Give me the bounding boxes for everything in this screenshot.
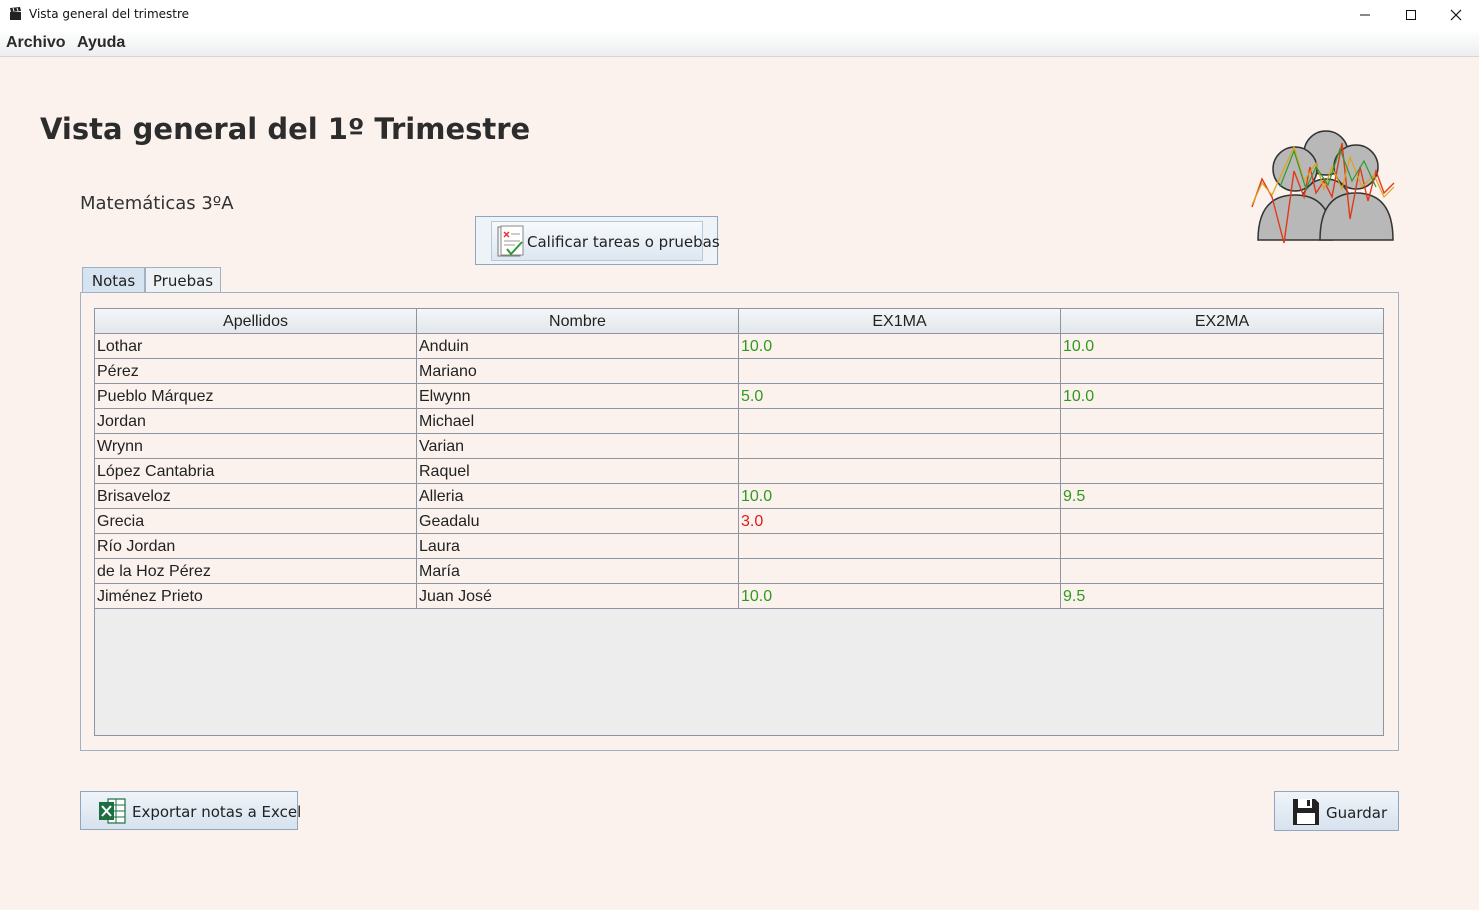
checklist-icon [497,225,524,257]
maximize-button[interactable] [1388,0,1434,30]
table-cell-ex1[interactable] [739,559,1061,583]
window-title: Vista general del trimestre [29,7,190,21]
table-cell-ex2[interactable] [1061,409,1383,433]
table-cell-apellidos[interactable]: de la Hoz Pérez [95,559,417,583]
table-cell-nombre[interactable]: Juan José [417,584,739,608]
table-row[interactable]: Wrynn Varian [95,434,1383,459]
minimize-button[interactable] [1342,0,1388,30]
page-title: Vista general del 1º Trimestre [40,112,531,146]
table-cell-nombre[interactable]: María [417,559,739,583]
table-cell-apellidos[interactable]: Brisaveloz [95,484,417,508]
menu-ayuda[interactable]: Ayuda [77,34,125,52]
table-cell-ex1[interactable] [739,359,1061,383]
table-cell-ex2[interactable]: 10.0 [1061,334,1383,358]
table-row[interactable]: Pueblo Márquez Elwynn 5.0 10.0 [95,384,1383,409]
menu-bar: Archivo Ayuda [0,30,1479,57]
table-cell-nombre[interactable]: Alleria [417,484,739,508]
table-cell-nombre[interactable]: Raquel [417,459,739,483]
export-excel-label: Exportar notas a Excel [132,803,302,821]
table-cell-nombre[interactable]: Geadalu [417,509,739,533]
tab-pruebas[interactable]: Pruebas [145,267,221,293]
table-cell-nombre[interactable]: Laura [417,534,739,558]
table-row[interactable]: Brisaveloz Alleria 10.0 9.5 [95,484,1383,509]
table-cell-ex2[interactable] [1061,459,1383,483]
table-cell-ex2[interactable]: 9.5 [1061,484,1383,508]
table-cell-nombre[interactable]: Mariano [417,359,739,383]
clapperboard-icon [10,7,21,20]
table-cell-nombre[interactable]: Varian [417,434,739,458]
table-cell-apellidos[interactable]: Lothar [95,334,417,358]
table-cell-apellidos[interactable]: Río Jordan [95,534,417,558]
table-cell-apellidos[interactable]: Pueblo Márquez [95,384,417,408]
grade-tasks-button-face: Calificar tareas o pruebas [491,221,720,261]
excel-icon [99,798,126,824]
table-cell-nombre[interactable]: Elwynn [417,384,739,408]
minimize-icon [1360,14,1370,16]
save-button[interactable]: Guardar [1274,791,1399,831]
save-label: Guardar [1326,804,1388,822]
table-row[interactable]: López Cantabria Raquel [95,459,1383,484]
tab-notas[interactable]: Notas [82,267,145,293]
table-row[interactable]: Jiménez Prieto Juan José 10.0 9.5 [95,584,1383,609]
table-row[interactable]: Grecia Geadalu 3.0 [95,509,1383,534]
tab-panel-notas: Apellidos Nombre EX1MA EX2MA Lothar Andui… [80,292,1399,751]
export-excel-button[interactable]: Exportar notas a Excel [80,791,302,830]
table-cell-apellidos[interactable]: López Cantabria [95,459,417,483]
table-cell-ex1[interactable] [739,434,1061,458]
table-body: Lothar Anduin 10.0 10.0 Pérez Mariano Pueblo M… [95,334,1383,609]
maximize-icon [1406,10,1416,20]
table-cell-ex2[interactable] [1061,559,1383,583]
grade-tasks-button[interactable]: Calificar tareas o pruebas [475,216,720,265]
table-cell-nombre[interactable]: Anduin [417,334,739,358]
table-cell-ex1[interactable] [739,409,1061,433]
grade-tasks-label: Calificar tareas o pruebas [527,233,720,251]
floppy-disk-icon [1293,799,1319,825]
table-cell-ex1[interactable] [739,534,1061,558]
table-cell-apellidos[interactable]: Jiménez Prieto [95,584,417,608]
table-cell-ex2[interactable]: 10.0 [1061,384,1383,408]
table-row[interactable]: Lothar Anduin 10.0 10.0 [95,334,1383,359]
subject-label: Matemáticas 3ºA [80,193,234,214]
menu-archivo[interactable]: Archivo [6,34,66,52]
column-header-ex2ma[interactable]: EX2MA [1061,309,1383,334]
title-bar: Vista general del trimestre [0,0,1479,30]
table-cell-ex2[interactable] [1061,434,1383,458]
close-icon [1450,9,1462,21]
table-cell-nombre[interactable]: Michael [417,409,739,433]
table-cell-apellidos[interactable]: Grecia [95,509,417,533]
table-row[interactable]: Jordan Michael [95,409,1383,434]
table-row[interactable]: de la Hoz Pérez María [95,559,1383,584]
table-cell-apellidos[interactable]: Pérez [95,359,417,383]
table-cell-ex1[interactable] [739,459,1061,483]
students-chart-icon [1251,130,1395,244]
table-cell-ex2[interactable] [1061,359,1383,383]
table-cell-ex1[interactable]: 5.0 [739,384,1061,408]
close-button[interactable] [1433,0,1479,30]
table-row[interactable]: Pérez Mariano [95,359,1383,384]
column-header-apellidos[interactable]: Apellidos [95,309,417,334]
table-header: Apellidos Nombre EX1MA EX2MA [95,309,1383,334]
table-cell-apellidos[interactable]: Wrynn [95,434,417,458]
table-cell-apellidos[interactable]: Jordan [95,409,417,433]
column-header-ex1ma[interactable]: EX1MA [739,309,1061,334]
grades-table: Apellidos Nombre EX1MA EX2MA Lothar Andui… [94,308,1384,736]
table-row[interactable]: Río Jordan Laura [95,534,1383,559]
table-cell-ex2[interactable] [1061,534,1383,558]
table-cell-ex2[interactable] [1061,509,1383,533]
table-cell-ex2[interactable]: 9.5 [1061,584,1383,608]
table-cell-ex1[interactable]: 10.0 [739,584,1061,608]
column-header-nombre[interactable]: Nombre [417,309,739,334]
table-cell-ex1[interactable]: 10.0 [739,334,1061,358]
table-cell-ex1[interactable]: 10.0 [739,484,1061,508]
table-cell-ex1[interactable]: 3.0 [739,509,1061,533]
